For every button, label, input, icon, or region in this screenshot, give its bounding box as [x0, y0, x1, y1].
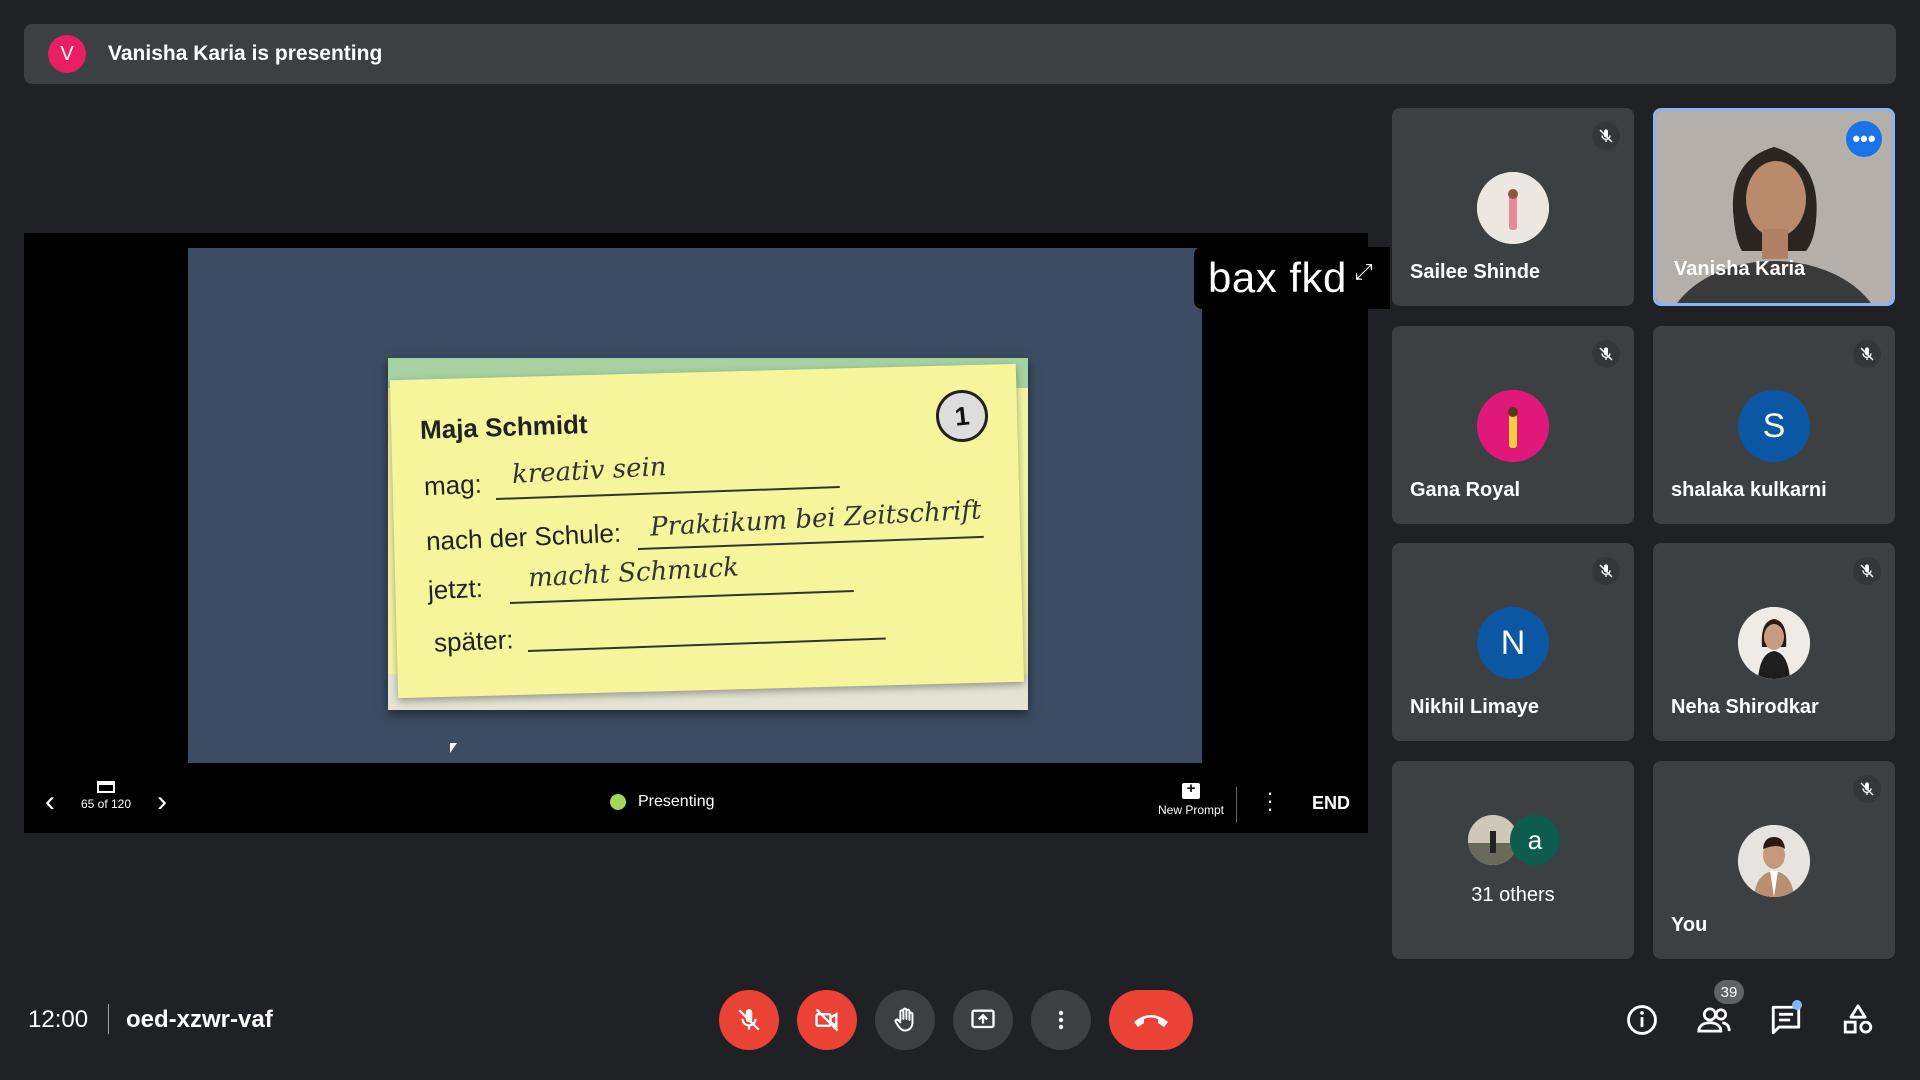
participant-tile-active-speaker[interactable]: ••• Vanisha Karia: [1653, 108, 1895, 306]
camera-toggle-button[interactable]: [797, 990, 857, 1050]
mouse-cursor-icon: [450, 743, 457, 753]
mic-off-icon: [1853, 340, 1881, 368]
participant-name: Sailee Shinde: [1410, 261, 1541, 283]
microphone-toggle-button[interactable]: [719, 990, 779, 1050]
presentation-stage: Maja Schmidt 1 mag: kreativ sein nach de…: [24, 233, 1390, 833]
status-dot-icon: [610, 794, 626, 810]
self-tile[interactable]: You: [1653, 761, 1895, 959]
previous-slide-button[interactable]: ‹: [38, 787, 62, 817]
participant-name: Neha Shirodkar: [1671, 696, 1819, 718]
presenting-status: Presenting: [610, 793, 715, 811]
mic-off-icon: [738, 1009, 760, 1031]
watermark-brand: bax fkd ⤢: [1194, 247, 1390, 309]
presenting-banner-text: Vanisha Karia is presenting: [108, 42, 383, 65]
mic-off-icon: [1592, 122, 1620, 150]
raise-hand-button[interactable]: [875, 990, 935, 1050]
participant-name: shalaka kulkarni: [1671, 479, 1827, 501]
meeting-code: oed-xzwr-vaf: [126, 1006, 273, 1033]
participant-name: You: [1671, 914, 1708, 936]
note-row-label: mag:: [423, 468, 483, 502]
presenter-control-bar: ‹ 65 of 120 › Presenting New Prompt ··· …: [24, 773, 1368, 833]
note-name: Maja Schmidt: [419, 409, 589, 445]
presenting-banner: V Vanisha Karia is presenting: [24, 24, 1896, 84]
mic-off-icon: [1592, 340, 1620, 368]
next-slide-button[interactable]: ›: [150, 787, 174, 817]
slides-icon: [97, 781, 115, 793]
note-row-label: später:: [433, 624, 515, 658]
current-time: 12:00: [28, 1006, 89, 1033]
participant-name: Vanisha Karia: [1674, 258, 1806, 280]
people-icon: [1697, 1007, 1731, 1033]
participant-name: Nikhil Limaye: [1410, 696, 1539, 718]
leave-call-button[interactable]: [1109, 990, 1193, 1050]
end-presentation-button[interactable]: END: [1312, 793, 1350, 814]
more-options-icon[interactable]: · · ·: [1264, 782, 1276, 820]
participant-avatar: [1477, 390, 1549, 462]
unread-indicator: [1792, 1000, 1802, 1010]
new-prompt-button[interactable]: New Prompt: [1146, 780, 1236, 817]
people-button[interactable]: [1694, 1000, 1734, 1040]
activities-button[interactable]: [1838, 1000, 1878, 1040]
mic-off-icon: [1853, 557, 1881, 585]
more-vert-icon: [1058, 1010, 1064, 1030]
participant-avatar: a: [1510, 815, 1560, 865]
more-options-icon[interactable]: •••: [1846, 121, 1882, 157]
participant-tile[interactable]: N Nikhil Limaye: [1392, 543, 1634, 741]
participant-tile[interactable]: Sailee Shinde: [1392, 108, 1634, 306]
participant-name: Gana Royal: [1410, 479, 1521, 501]
brand-text: bax fkd: [1208, 254, 1347, 301]
new-prompt-label: New Prompt: [1157, 803, 1225, 817]
expand-icon[interactable]: ⤢: [1355, 259, 1373, 285]
call-control-bar: 12:00 oed-xzwr-vaf 39: [0, 980, 1920, 1060]
participant-tile[interactable]: Neha Shirodkar: [1653, 543, 1895, 741]
hand-icon: [894, 1007, 914, 1032]
others-count-label: 31 others: [1471, 884, 1555, 906]
slide-note-image: Maja Schmidt 1 mag: kreativ sein nach de…: [388, 358, 1028, 710]
info-icon: [1627, 1005, 1657, 1035]
camera-off-icon: [815, 1008, 839, 1032]
slide: Maja Schmidt 1 mag: kreativ sein nach de…: [188, 248, 1202, 763]
note-row-label: jetzt:: [427, 572, 484, 606]
phone-hangup-icon: [1134, 1015, 1168, 1027]
activities-icon: [1843, 1004, 1873, 1034]
page-count: 65 of 120: [80, 797, 132, 811]
slide-page-indicator[interactable]: 65 of 120: [70, 779, 142, 811]
presenter-avatar: V: [48, 35, 86, 73]
participant-avatar: S: [1738, 390, 1810, 462]
presenting-status-label: Presenting: [638, 793, 715, 810]
participant-avatar: N: [1477, 607, 1549, 679]
participant-tile[interactable]: S shalaka kulkarni: [1653, 326, 1895, 524]
people-count-badge: 39: [1714, 980, 1744, 1004]
participant-avatar: [1477, 172, 1549, 244]
divider: [1236, 787, 1237, 823]
new-prompt-icon: [1182, 780, 1200, 799]
divider: [108, 1004, 109, 1034]
more-options-button[interactable]: [1031, 990, 1091, 1050]
present-screen-button[interactable]: [953, 990, 1013, 1050]
participant-tile[interactable]: Gana Royal: [1392, 326, 1634, 524]
meeting-details-button[interactable]: [1622, 1000, 1662, 1040]
mic-off-icon: [1853, 775, 1881, 803]
present-icon: [971, 1009, 995, 1029]
participant-avatar: [1738, 825, 1810, 897]
others-tile[interactable]: a 31 others: [1392, 761, 1634, 959]
mic-off-icon: [1592, 557, 1620, 585]
participant-avatar: [1738, 607, 1810, 679]
